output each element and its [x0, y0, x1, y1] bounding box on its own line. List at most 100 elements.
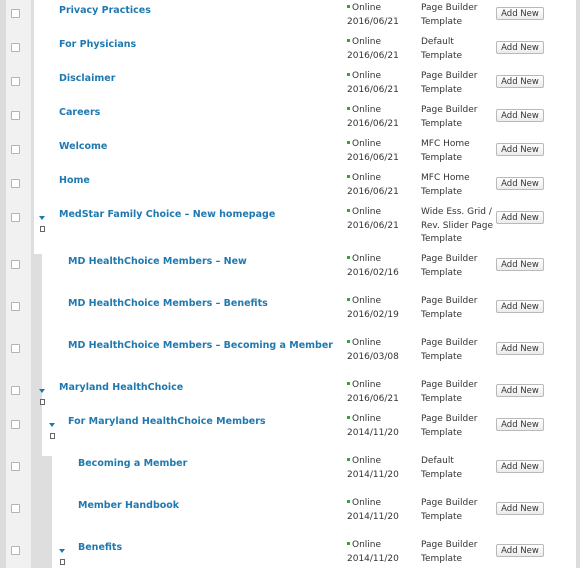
status-dot-icon — [347, 209, 350, 212]
add-new-button[interactable]: Add New — [496, 109, 544, 122]
page-title-link[interactable]: Disclaimer — [59, 73, 115, 84]
status-dot-icon — [347, 500, 350, 503]
add-new-button[interactable]: Add New — [496, 460, 544, 473]
date-label: 2016/06/21 — [347, 152, 399, 163]
caret-down-icon — [39, 216, 45, 220]
template-label: Default Template — [421, 456, 463, 480]
add-new-button[interactable]: Add New — [496, 258, 544, 271]
status-cell: Online 2016/06/21 — [347, 138, 399, 165]
row-checkbox[interactable] — [11, 111, 20, 120]
status-dot-icon — [347, 298, 350, 301]
page-title-link[interactable]: Member Handbook — [78, 500, 179, 511]
page-title-link[interactable]: MD HealthChoice Members – New — [68, 256, 247, 267]
status-dot-icon — [347, 141, 350, 144]
page-title-link[interactable]: For Maryland HealthChoice Members — [68, 416, 266, 427]
row-checkbox[interactable] — [11, 302, 20, 311]
status-dot-icon — [347, 382, 350, 385]
add-new-button[interactable]: Add New — [496, 75, 544, 88]
page-title-link[interactable]: MedStar Family Choice – New homepage — [59, 209, 275, 220]
template-label: Page Builder Template — [421, 338, 478, 362]
add-new-button[interactable]: Add New — [496, 143, 544, 156]
date-label: 2016/02/19 — [347, 309, 399, 320]
expand-toggle[interactable] — [49, 423, 59, 441]
add-new-button[interactable]: Add New — [496, 502, 544, 515]
status-cell: Online 2016/06/21 — [347, 2, 399, 29]
date-label: 2016/06/21 — [347, 186, 399, 197]
row-checkbox[interactable] — [11, 179, 20, 188]
template-label: Page Builder Template — [421, 380, 478, 404]
scrollbar-track[interactable] — [576, 0, 580, 568]
page-title-link[interactable]: Home — [59, 175, 90, 186]
template-label: Wide Ess. Grid / Rev. Slider Page Templa… — [421, 207, 494, 244]
add-new-button[interactable]: Add New — [496, 544, 544, 557]
row-checkbox[interactable] — [11, 386, 20, 395]
date-label: 2016/06/21 — [347, 16, 399, 27]
status-cell: Online 2014/11/20 — [347, 539, 399, 566]
page-title-link[interactable]: Maryland HealthChoice — [59, 382, 183, 393]
page-title-link[interactable]: For Physicians — [59, 39, 136, 50]
add-new-button[interactable]: Add New — [496, 418, 544, 431]
row-checkbox[interactable] — [11, 546, 20, 555]
add-new-button[interactable]: Add New — [496, 211, 544, 224]
row-checkbox[interactable] — [11, 462, 20, 471]
template-label: Page Builder Template — [421, 296, 478, 320]
template-label: Page Builder Template — [421, 105, 478, 129]
page-title-link[interactable]: Careers — [59, 107, 100, 118]
status-label: Online — [352, 498, 382, 508]
date-label: 2014/11/20 — [347, 553, 399, 564]
row-checkbox[interactable] — [11, 420, 20, 429]
row-checkbox[interactable] — [11, 145, 20, 154]
row-checkbox[interactable] — [11, 504, 20, 513]
page-title-link[interactable]: Privacy Practices — [59, 5, 151, 16]
status-cell: Online 2016/03/08 — [347, 337, 399, 364]
status-label: Online — [352, 254, 382, 264]
page-title-link[interactable]: Becoming a Member — [78, 458, 187, 469]
expand-toggle[interactable] — [59, 549, 69, 567]
template-label: Default Template — [421, 37, 463, 61]
template-label: Page Builder Template — [421, 540, 478, 564]
expand-toggle[interactable] — [39, 389, 49, 407]
status-cell: Online 2016/02/16 — [347, 253, 399, 280]
status-label: Online — [352, 207, 382, 217]
page-title-link[interactable]: MD HealthChoice Members – Benefits — [68, 298, 268, 309]
row-checkbox[interactable] — [11, 344, 20, 353]
add-new-button[interactable]: Add New — [496, 7, 544, 20]
date-label: 2016/06/21 — [347, 118, 399, 129]
date-label: 2014/11/20 — [347, 469, 399, 480]
status-cell: Online 2016/06/21 — [347, 172, 399, 199]
row-checkbox[interactable] — [11, 213, 20, 222]
tree-connector — [31, 456, 52, 568]
add-new-button[interactable]: Add New — [496, 300, 544, 313]
status-dot-icon — [347, 340, 350, 343]
status-cell: Online 2014/11/20 — [347, 497, 399, 524]
template-label: Page Builder Template — [421, 498, 478, 522]
status-dot-icon — [347, 107, 350, 110]
template-label: MFC Home Template — [421, 139, 470, 163]
page-title-link[interactable]: Benefits — [78, 542, 122, 553]
add-new-button[interactable]: Add New — [496, 342, 544, 355]
status-label: Online — [352, 456, 382, 466]
date-label: 2016/06/21 — [347, 220, 399, 231]
add-new-button[interactable]: Add New — [496, 177, 544, 190]
date-label: 2016/06/21 — [347, 84, 399, 95]
page-title-link[interactable]: MD HealthChoice Members – Becoming a Mem… — [68, 340, 333, 351]
add-new-button[interactable]: Add New — [496, 384, 544, 397]
status-dot-icon — [347, 175, 350, 178]
status-dot-icon — [347, 256, 350, 259]
template-label: Page Builder Template — [421, 71, 478, 95]
date-label: 2016/03/08 — [347, 351, 399, 362]
date-label: 2016/06/21 — [347, 50, 399, 61]
expand-toggle[interactable] — [39, 216, 49, 234]
page-title-link[interactable]: Welcome — [59, 141, 107, 152]
add-new-button[interactable]: Add New — [496, 41, 544, 54]
row-checkbox[interactable] — [11, 260, 20, 269]
row-checkbox[interactable] — [11, 9, 20, 18]
page-icon — [60, 559, 65, 565]
row-checkbox[interactable] — [11, 77, 20, 86]
row-checkbox[interactable] — [11, 43, 20, 52]
status-dot-icon — [347, 5, 350, 8]
template-label: MFC Home Template — [421, 173, 470, 197]
template-label: Page Builder Template — [421, 254, 478, 278]
status-label: Online — [352, 37, 382, 47]
caret-down-icon — [59, 549, 65, 553]
